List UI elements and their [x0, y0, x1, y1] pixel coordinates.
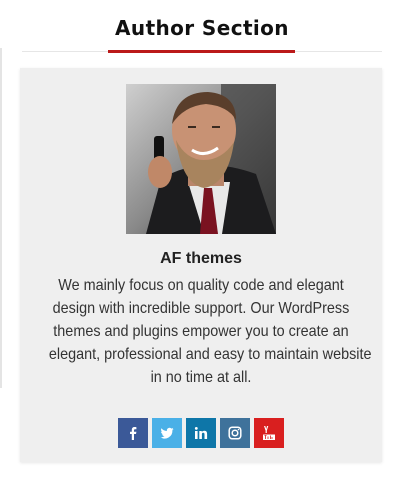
- youtube-link[interactable]: [254, 418, 284, 448]
- social-links: [118, 418, 284, 448]
- bio-line: themes and plugins empower you to create…: [53, 323, 349, 340]
- header-accent-bar: [108, 50, 295, 53]
- section-header: Author Section: [22, 0, 382, 54]
- twitter-link[interactable]: [152, 418, 182, 448]
- bio-line: design with incredible support. Our Word…: [52, 300, 350, 317]
- facebook-icon: [126, 426, 140, 440]
- instagram-icon: [228, 426, 242, 440]
- bio-line: We mainly focus on quality code and eleg…: [58, 277, 344, 294]
- author-name: AF themes: [160, 250, 242, 267]
- instagram-link[interactable]: [220, 418, 250, 448]
- youtube-icon: [262, 425, 276, 441]
- twitter-icon: [160, 426, 174, 440]
- left-panel-edge: [0, 48, 2, 388]
- bio-line: in no time at all.: [150, 369, 252, 386]
- linkedin-icon: [194, 426, 208, 440]
- facebook-link[interactable]: [118, 418, 148, 448]
- bio-line: elegant, professional and easy to mainta…: [48, 346, 372, 363]
- linkedin-link[interactable]: [186, 418, 216, 448]
- author-photo: [126, 84, 276, 234]
- section-title: Author Section: [115, 16, 289, 40]
- author-card: AF themes We mainly focus on quality cod…: [20, 68, 382, 462]
- author-bio: We mainly focus on quality code and eleg…: [48, 274, 372, 389]
